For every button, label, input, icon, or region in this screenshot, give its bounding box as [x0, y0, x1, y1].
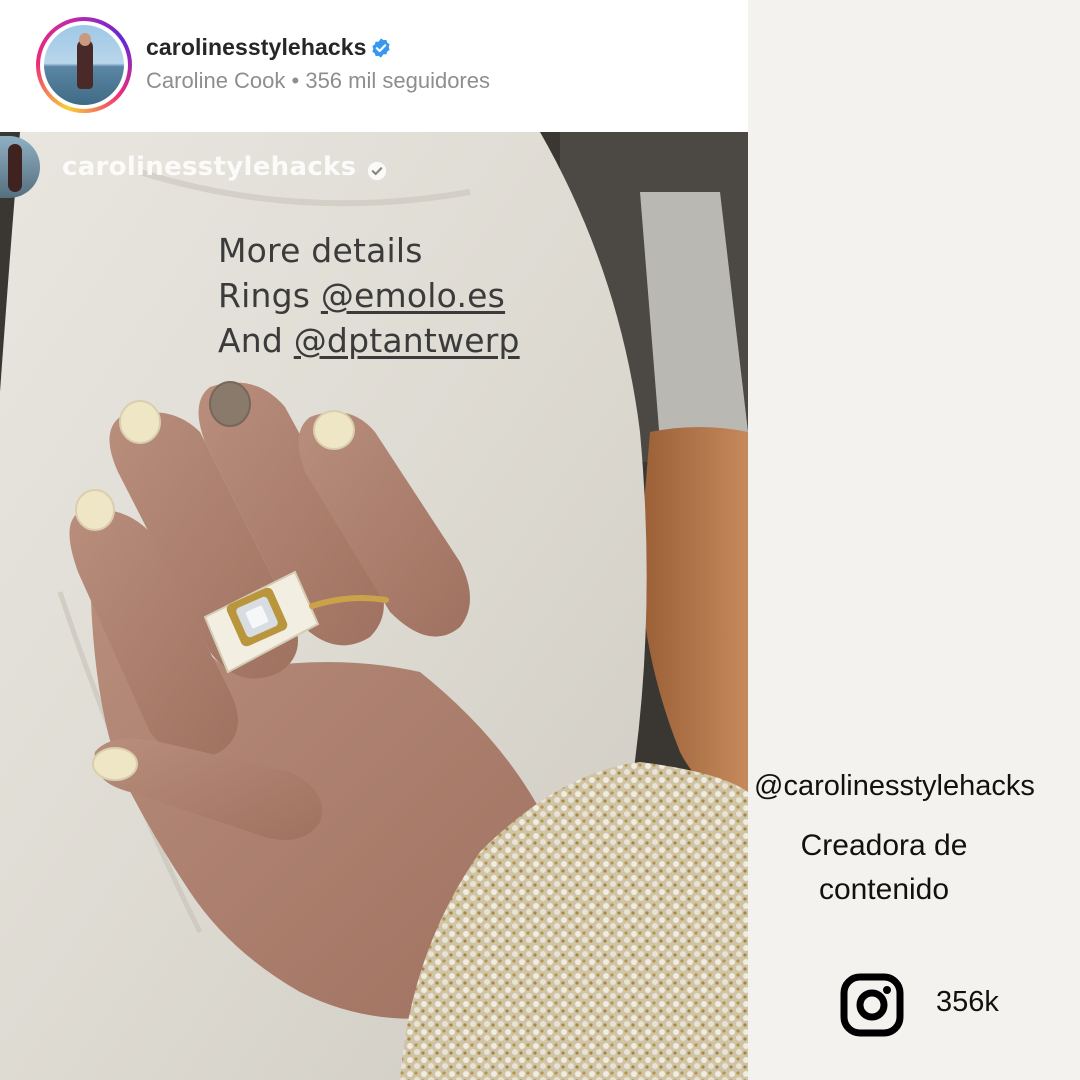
- mention-dptantwerp[interactable]: @dptantwerp: [294, 321, 520, 360]
- story-caption: More details Rings @emolo.es And @dptant…: [218, 228, 520, 363]
- mention-emolo[interactable]: @emolo.es: [321, 276, 505, 315]
- verified-icon: [367, 161, 387, 181]
- story-photo: carolinesstylehacks More details Rings @…: [0, 132, 748, 1080]
- instagram-icon: [840, 973, 904, 1037]
- caption-line-1: More details: [218, 231, 423, 270]
- follower-count: 356k: [936, 986, 999, 1018]
- profile-handle: @carolinesstylehacks: [754, 770, 1035, 802]
- header-subline: Caroline Cook • 356 mil seguidores: [146, 68, 490, 93]
- verified-icon: [372, 38, 390, 58]
- avatar[interactable]: [44, 25, 124, 105]
- profile-avatar-ring[interactable]: [36, 17, 132, 113]
- story-username[interactable]: carolinesstylehacks: [62, 152, 356, 182]
- profile-header: carolinesstylehacks Caroline Cook • 356 …: [0, 0, 748, 132]
- caption-line-2: Rings @emolo.es: [218, 276, 506, 315]
- caption-line-3: And @dptantwerp: [218, 321, 520, 360]
- header-username[interactable]: carolinesstylehacks: [146, 34, 367, 61]
- profile-role: Creadora de contenido: [800, 829, 968, 906]
